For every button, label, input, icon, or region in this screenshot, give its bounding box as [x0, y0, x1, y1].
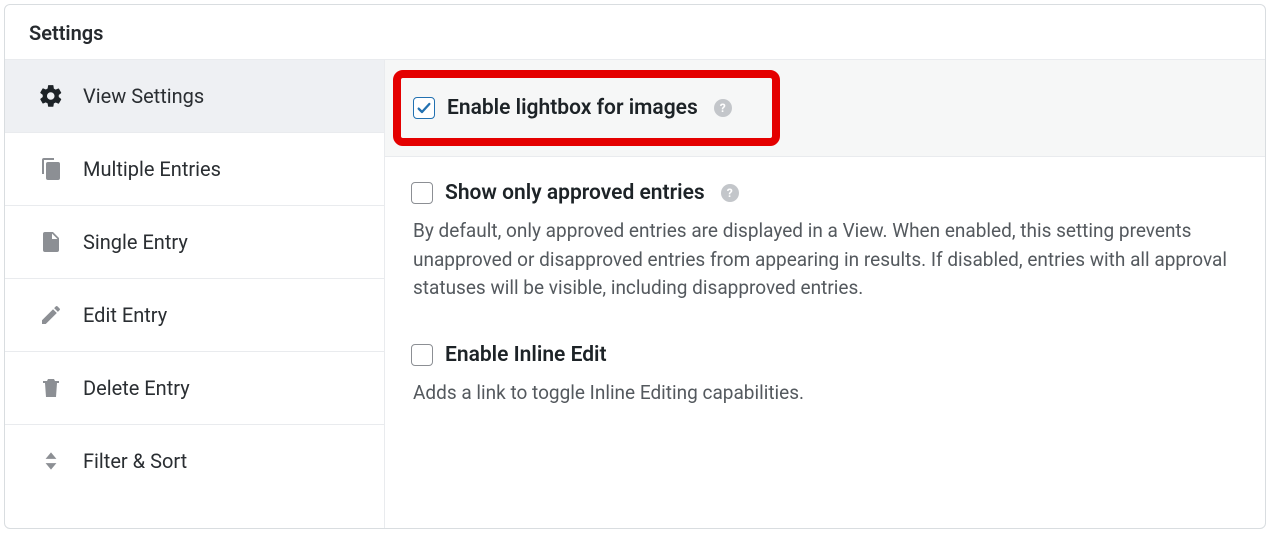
panel-body: View Settings Multiple Entries Single En… — [5, 60, 1265, 528]
sidebar-item-multiple-entries[interactable]: Multiple Entries — [5, 133, 384, 206]
panel-title: Settings — [29, 21, 1241, 45]
lightbox-label: Enable lightbox for images — [447, 96, 698, 120]
pencil-icon — [37, 301, 65, 329]
file-icon — [37, 228, 65, 256]
sidebar-item-filter-sort[interactable]: Filter & Sort — [5, 425, 384, 497]
setting-row-lightbox: Enable lightbox for images ? — [385, 60, 1265, 157]
sidebar-item-label: Single Entry — [83, 230, 188, 254]
approved-label: Show only approved entries — [445, 181, 705, 205]
copy-icon — [37, 155, 65, 183]
trash-icon — [37, 374, 65, 402]
lightbox-checkbox[interactable] — [413, 97, 435, 119]
sidebar-item-label: Edit Entry — [83, 303, 167, 327]
setting-row-approved: Show only approved entries ? By default,… — [385, 157, 1265, 327]
settings-content: Enable lightbox for images ? Show only a… — [385, 60, 1265, 528]
settings-panel: Settings View Settings Multiple Entries — [4, 4, 1266, 529]
approved-description: By default, only approved entries are di… — [413, 217, 1239, 303]
sidebar-item-label: Multiple Entries — [83, 157, 221, 181]
settings-sidebar: View Settings Multiple Entries Single En… — [5, 60, 385, 528]
sidebar-item-label: View Settings — [83, 84, 204, 108]
setting-row-inline-edit: Enable Inline Edit Adds a link to toggle… — [385, 335, 1265, 432]
sidebar-item-delete-entry[interactable]: Delete Entry — [5, 352, 384, 425]
sidebar-item-label: Delete Entry — [83, 376, 190, 400]
approved-checkbox[interactable] — [411, 182, 433, 204]
sidebar-item-view-settings[interactable]: View Settings — [5, 60, 384, 133]
sort-icon — [37, 447, 65, 475]
inline-edit-description: Adds a link to toggle Inline Editing cap… — [413, 379, 1239, 408]
inline-edit-checkbox[interactable] — [411, 344, 433, 366]
help-icon[interactable]: ? — [714, 99, 732, 117]
sidebar-item-single-entry[interactable]: Single Entry — [5, 206, 384, 279]
help-icon[interactable]: ? — [721, 184, 739, 202]
inline-edit-label: Enable Inline Edit — [445, 343, 607, 367]
gear-icon — [37, 82, 65, 110]
sidebar-item-label: Filter & Sort — [83, 449, 187, 473]
panel-header: Settings — [5, 5, 1265, 60]
spacer — [385, 327, 1265, 335]
sidebar-item-edit-entry[interactable]: Edit Entry — [5, 279, 384, 352]
highlight-annotation: Enable lightbox for images ? — [393, 70, 780, 146]
